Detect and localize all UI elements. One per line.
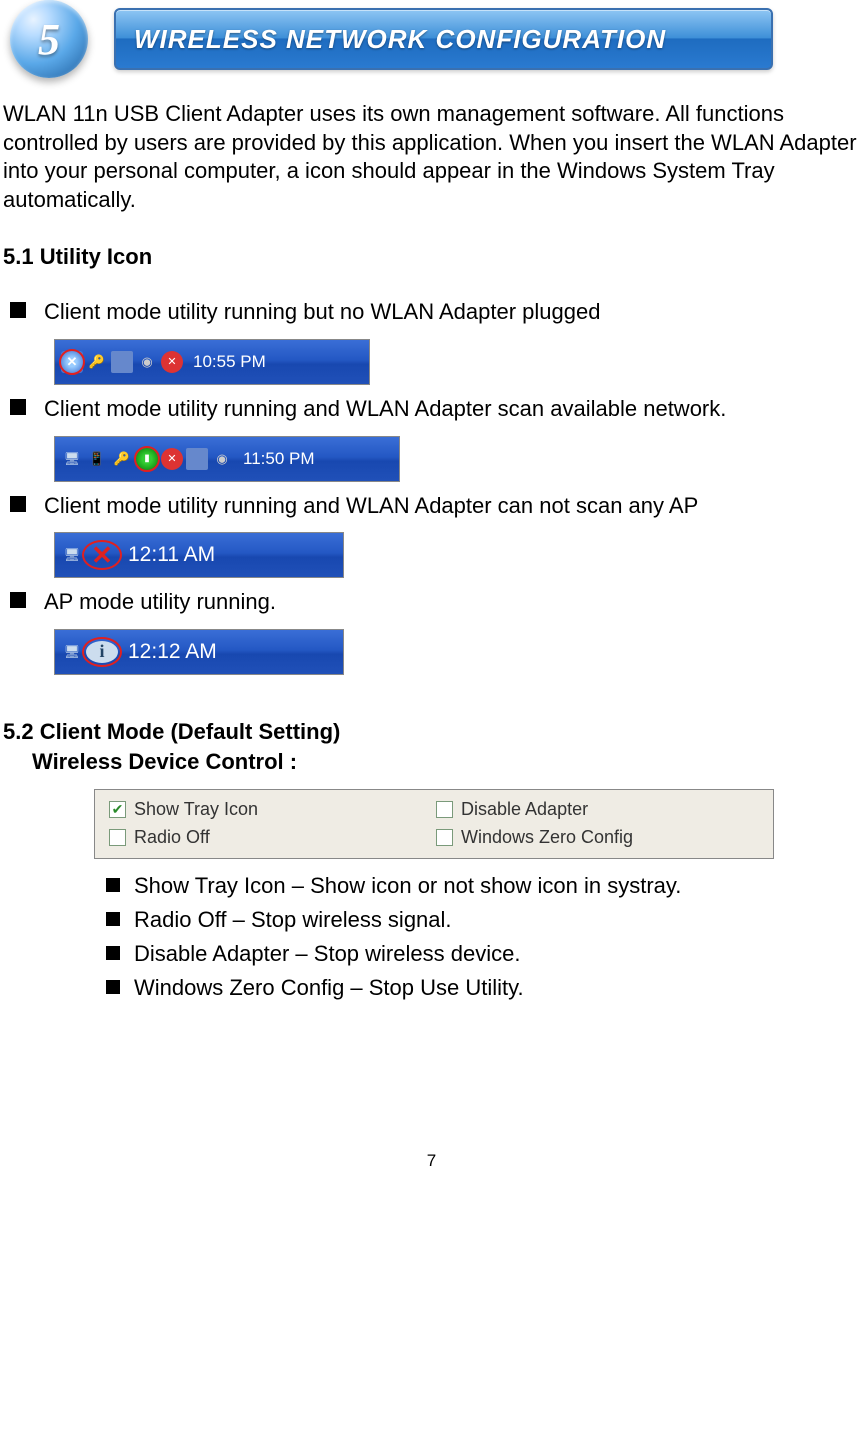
- systray-screenshot-3: 🖥 ✕ 12:11 AM: [54, 532, 344, 578]
- desc-text: Radio Off – Stop wireless signal.: [134, 907, 452, 933]
- bullet-icon: [10, 496, 26, 512]
- monitor-icon: 🖥: [61, 641, 83, 663]
- chapter-header: 5 WIRELESS NETWORK CONFIGURATION: [10, 0, 863, 78]
- key-icon: 🔑: [86, 351, 108, 373]
- systray-screenshot-2: 🖥 📱 🔑 ▮ ✕ ◉ 11:50 PM: [54, 436, 400, 482]
- tray-clock: 10:55 PM: [193, 352, 266, 372]
- disable-adapter-row: Disable Adapter: [436, 796, 763, 824]
- chapter-title: WIRELESS NETWORK CONFIGURATION: [134, 24, 666, 55]
- bullet-icon: [10, 592, 26, 608]
- wlan-icon-ap-mode: i: [86, 641, 118, 663]
- device-icon: 📱: [86, 448, 108, 470]
- disable-adapter-checkbox[interactable]: [436, 801, 453, 818]
- shield-icon: ✕: [161, 351, 183, 373]
- wlan-icon-no-ap: ✕: [86, 544, 118, 566]
- tray-clock: 12:11 AM: [128, 543, 215, 567]
- desc-text: Disable Adapter – Stop wireless device.: [134, 941, 520, 967]
- bullet-icon: [10, 399, 26, 415]
- list-item: AP mode utility running.: [10, 588, 863, 617]
- monitor-icon: 🖥: [61, 544, 83, 566]
- bullet-icon: [10, 302, 26, 318]
- bullet-icon: [106, 946, 120, 960]
- disable-adapter-label: Disable Adapter: [461, 799, 588, 820]
- chapter-badge: 5: [10, 0, 96, 78]
- list-item: Client mode utility running and WLAN Ada…: [10, 395, 863, 424]
- tray-clock: 11:50 PM: [243, 449, 315, 469]
- volume-icon: ◉: [136, 351, 158, 373]
- item-text: Client mode utility running but no WLAN …: [44, 298, 600, 327]
- utility-icon-list: Client mode utility running but no WLAN …: [10, 298, 863, 684]
- windows-zero-config-label: Windows Zero Config: [461, 827, 633, 848]
- network-icon: [186, 448, 208, 470]
- bullet-icon: [106, 878, 120, 892]
- show-tray-icon-checkbox[interactable]: ✔: [109, 801, 126, 818]
- desc-text: Show Tray Icon – Show icon or not show i…: [134, 873, 681, 899]
- wlan-icon-disabled: ✕: [61, 351, 83, 373]
- intro-paragraph: WLAN 11n USB Client Adapter uses its own…: [3, 100, 860, 214]
- radio-off-row: Radio Off: [109, 824, 436, 852]
- radio-off-checkbox[interactable]: [109, 829, 126, 846]
- section-5-2-heading: 5.2 Client Mode (Default Setting): [3, 719, 860, 745]
- list-item: Client mode utility running but no WLAN …: [10, 298, 863, 327]
- monitor-icon: 🖥: [61, 448, 83, 470]
- systray-screenshot-4: 🖥 i 12:12 AM: [54, 629, 344, 675]
- section-5-1-heading: 5.1 Utility Icon: [3, 244, 860, 270]
- show-tray-icon-row: ✔ Show Tray Icon: [109, 796, 436, 824]
- list-item: Show Tray Icon – Show icon or not show i…: [106, 873, 863, 899]
- control-descriptions: Show Tray Icon – Show icon or not show i…: [106, 873, 863, 1001]
- wlan-icon-signal: ▮: [136, 448, 158, 470]
- item-text: AP mode utility running.: [44, 588, 276, 617]
- section-5-2-subheading: Wireless Device Control :: [32, 749, 860, 775]
- page-number: 7: [0, 1151, 863, 1171]
- bullet-icon: [106, 980, 120, 994]
- bullet-icon: [106, 912, 120, 926]
- network-icon: [111, 351, 133, 373]
- chapter-number: 5: [38, 14, 60, 65]
- desc-text: Windows Zero Config – Stop Use Utility.: [134, 975, 524, 1001]
- shield-icon: ✕: [161, 448, 183, 470]
- show-tray-icon-label: Show Tray Icon: [134, 799, 258, 820]
- list-item: Disable Adapter – Stop wireless device.: [106, 941, 863, 967]
- item-text: Client mode utility running and WLAN Ada…: [44, 395, 726, 424]
- list-item: Windows Zero Config – Stop Use Utility.: [106, 975, 863, 1001]
- list-item: Client mode utility running and WLAN Ada…: [10, 492, 863, 521]
- list-item: Radio Off – Stop wireless signal.: [106, 907, 863, 933]
- volume-icon: ◉: [211, 448, 233, 470]
- windows-zero-config-row: Windows Zero Config: [436, 824, 763, 852]
- item-text: Client mode utility running and WLAN Ada…: [44, 492, 698, 521]
- systray-screenshot-1: ✕ 🔑 ◉ ✕ 10:55 PM: [54, 339, 370, 385]
- chapter-title-bar: WIRELESS NETWORK CONFIGURATION: [114, 8, 773, 70]
- windows-zero-config-checkbox[interactable]: [436, 829, 453, 846]
- tray-clock: 12:12 AM: [128, 640, 217, 664]
- radio-off-label: Radio Off: [134, 827, 210, 848]
- wireless-control-panel: ✔ Show Tray Icon Radio Off Disable Adapt…: [94, 789, 774, 859]
- key-icon: 🔑: [111, 448, 133, 470]
